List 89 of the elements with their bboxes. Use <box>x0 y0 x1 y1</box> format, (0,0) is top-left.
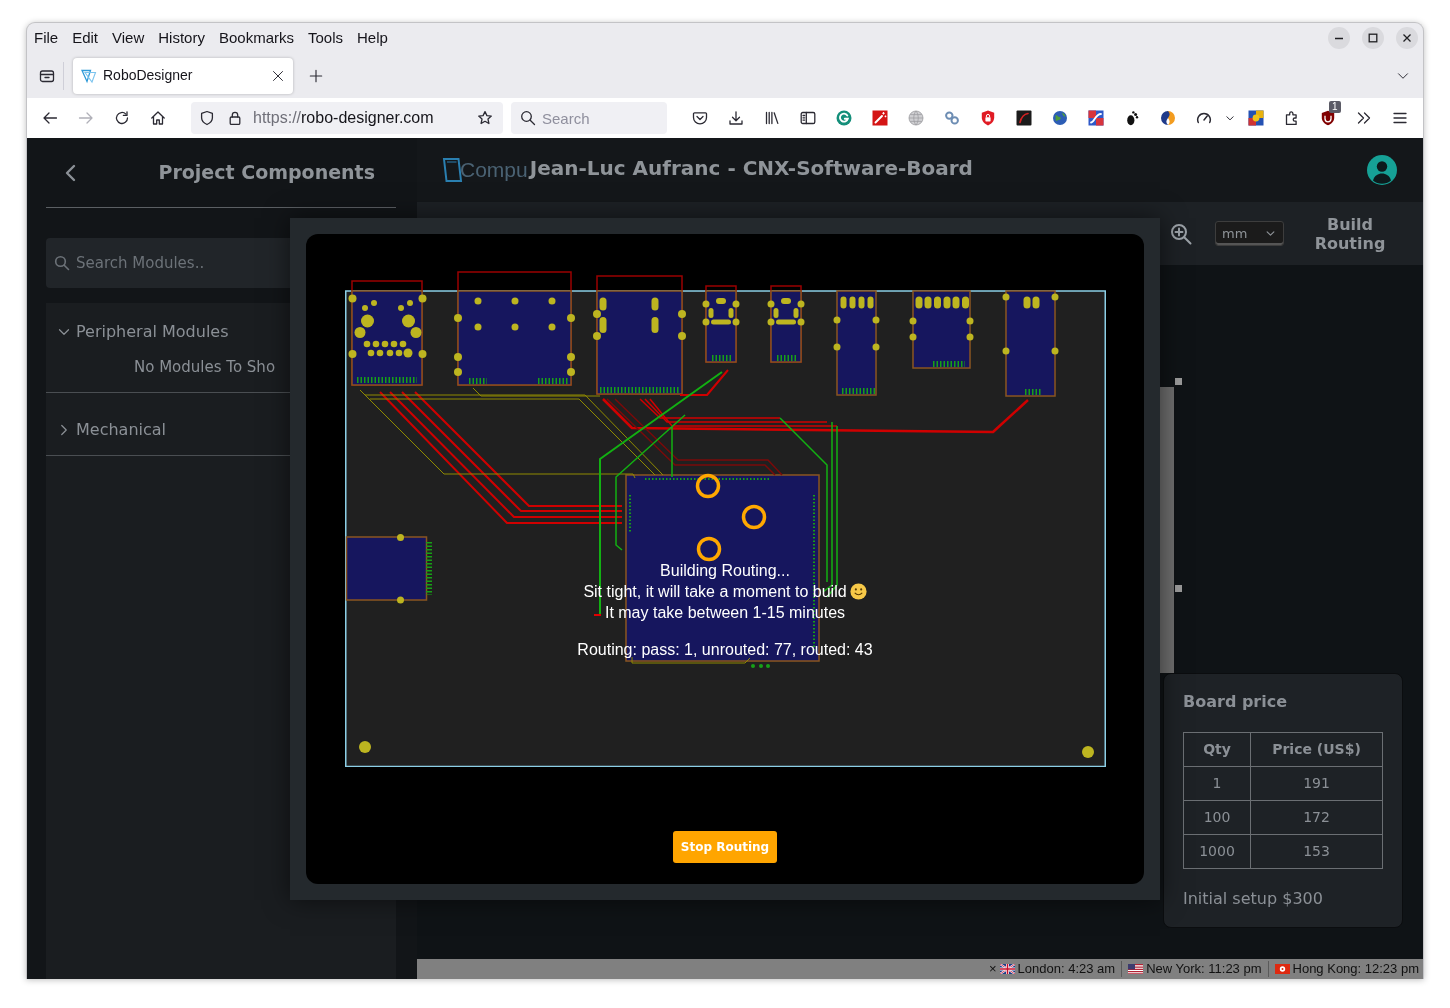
menu-item[interactable]: Edit <box>65 28 106 48</box>
dark-tile-icon[interactable] <box>1016 110 1032 126</box>
table-header: Price (US$) <box>1250 732 1383 767</box>
build-routing-button[interactable]: Build Routing <box>1304 214 1396 253</box>
chevron-down-icon <box>58 326 70 338</box>
logo-text: Compu <box>460 157 528 184</box>
chevron-left-icon <box>64 162 78 183</box>
menu-item[interactable]: View <box>105 28 152 48</box>
clock-text: London: 4:23 am <box>1017 960 1116 979</box>
project-title: Jean-Luc Aufranc - CNX-Software-Board <box>529 155 973 180</box>
spinner-ring-icon <box>696 536 721 562</box>
table-cell: 1000 <box>1183 834 1251 869</box>
union-jack-flag-icon <box>999 964 1015 974</box>
us-flag-icon <box>1128 964 1144 974</box>
menu-icon[interactable] <box>1392 110 1408 126</box>
mounting-hole <box>1081 746 1094 758</box>
plus-icon[interactable] <box>309 68 323 83</box>
shield-icon[interactable] <box>199 110 215 126</box>
status-text: Building Routing... <box>660 561 790 581</box>
circle-arc-icon[interactable] <box>836 110 852 126</box>
spinner-ring-icon <box>741 504 766 530</box>
progress-text: Routing: pass: 1, unrouted: 77, routed: 43 <box>577 640 873 660</box>
back-button[interactable] <box>64 162 78 183</box>
search-field[interactable]: Search Modules.. <box>46 238 290 288</box>
zoom-in-icon[interactable] <box>1169 221 1193 246</box>
close-button[interactable]: × <box>988 961 997 977</box>
link-icon[interactable] <box>944 110 960 126</box>
magic-wand-icon[interactable] <box>872 110 888 126</box>
close-icon[interactable] <box>1395 26 1419 50</box>
menu-item[interactable]: Help <box>350 28 395 48</box>
status-text: It may take between 1-15 minutes <box>604 603 846 623</box>
home-icon[interactable] <box>150 110 166 126</box>
price-title: Board price <box>1183 691 1289 713</box>
unit-select[interactable]: mm <box>1215 221 1284 246</box>
table-header: Qty <box>1183 732 1251 767</box>
caret-down-icon[interactable] <box>1225 113 1235 123</box>
search-field[interactable]: Search <box>511 102 667 134</box>
table-cell: 153 <box>1250 834 1383 869</box>
shield-icon[interactable] <box>1320 110 1336 126</box>
logo-icon <box>441 155 463 185</box>
hong-kong-flag-icon <box>1274 964 1290 974</box>
accordion-header[interactable]: Peripheral Modules <box>46 303 396 355</box>
empty-state-text: No Modules To Sho <box>134 357 277 378</box>
clock-text: New York: 11:23 pm <box>1146 960 1262 979</box>
table-cell: 172 <box>1250 800 1383 835</box>
earth-icon[interactable] <box>1052 110 1068 126</box>
mounting-hole <box>358 741 371 753</box>
notification-badge: 1 <box>1329 101 1341 113</box>
books-icon[interactable] <box>764 110 780 126</box>
table-cell: 100 <box>1183 800 1251 835</box>
search-icon <box>54 255 70 271</box>
tabs-overview-icon[interactable] <box>39 67 55 84</box>
menu-item[interactable]: Tools <box>301 28 350 48</box>
maximize-icon[interactable] <box>1361 26 1385 50</box>
clock-text: Hong Kong: 12:23 pm <box>1292 960 1419 979</box>
chevron-right-icon <box>58 424 70 436</box>
resize-handle[interactable] <box>1175 378 1182 385</box>
close-icon[interactable] <box>272 69 284 82</box>
puzzle-icon[interactable] <box>1284 110 1300 126</box>
lock-icon[interactable] <box>227 110 243 126</box>
site-logo-icon <box>81 67 97 84</box>
shield-lock-icon[interactable] <box>980 110 996 126</box>
resize-handle[interactable] <box>1175 585 1182 592</box>
setup-cost-text: Initial setup $300 <box>1183 888 1324 910</box>
quadrant-tile-icon[interactable] <box>1248 110 1264 126</box>
download-icon[interactable] <box>728 110 744 126</box>
swirl-tile-icon[interactable] <box>1088 110 1104 126</box>
table-cell: 1 <box>1183 766 1251 801</box>
menu-item[interactable]: History <box>151 28 212 48</box>
sidebar-icon[interactable] <box>800 110 816 126</box>
menu-item[interactable]: Bookmarks <box>211 28 301 48</box>
menu-item[interactable]: File <box>27 28 66 48</box>
split-circle-icon[interactable] <box>1160 110 1176 126</box>
search-icon <box>520 110 536 126</box>
caret-down-icon <box>1266 229 1275 238</box>
user-avatar-icon[interactable] <box>1367 155 1397 185</box>
double-chevron-icon[interactable] <box>1356 110 1372 126</box>
star-icon[interactable] <box>477 110 493 126</box>
accordion-header[interactable]: Mechanical <box>46 393 396 455</box>
browser-tab[interactable]: RoboDesigner <box>73 57 293 94</box>
footprint-icon[interactable] <box>1124 110 1140 126</box>
reload-icon[interactable] <box>114 110 130 126</box>
gauge-icon[interactable] <box>1196 110 1212 126</box>
back-icon[interactable] <box>42 110 58 126</box>
chevron-shield-icon[interactable] <box>692 110 708 126</box>
url-field[interactable]: https://robo-designer.com <box>191 102 503 134</box>
table-cell: 191 <box>1250 766 1383 801</box>
spinner-ring-icon <box>695 473 720 499</box>
sidebar-title: Project Components <box>158 160 375 186</box>
